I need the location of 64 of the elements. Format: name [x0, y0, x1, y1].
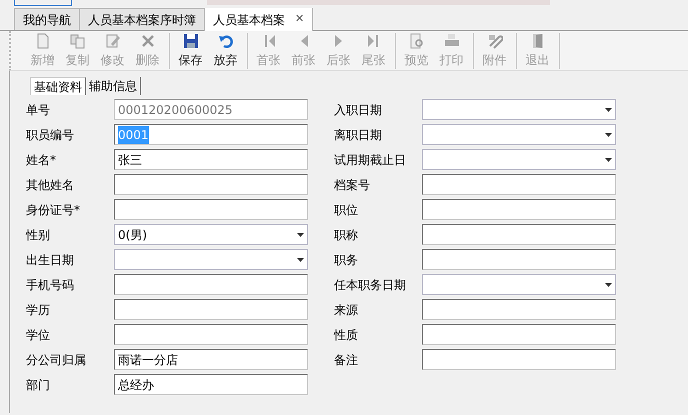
- caret-icon[interactable]: [297, 258, 304, 262]
- caret-icon[interactable]: [605, 158, 612, 162]
- field-label: 离职日期: [334, 126, 383, 144]
- field-label: 职位: [334, 202, 359, 218]
- input-field[interactable]: [114, 274, 308, 295]
- field-label: 分公司归属: [26, 352, 87, 368]
- field-label: 档案号: [334, 176, 371, 194]
- input-field[interactable]: [422, 249, 616, 270]
- dropdown-field[interactable]: [114, 249, 308, 270]
- input-field[interactable]: 张三: [114, 149, 308, 170]
- field-label: 单号: [26, 102, 51, 118]
- input-field[interactable]: [114, 199, 308, 220]
- input-field[interactable]: [422, 174, 616, 195]
- caret-icon[interactable]: [605, 282, 612, 286]
- field-label: 职员编号: [26, 126, 75, 144]
- dropdown-field[interactable]: [422, 274, 616, 295]
- input-field[interactable]: [422, 324, 616, 345]
- caret-icon[interactable]: [297, 232, 304, 236]
- input-field[interactable]: 总经办: [114, 374, 308, 395]
- form-tab[interactable]: 基础资料: [30, 77, 86, 95]
- input-field: 000120200600025: [114, 99, 308, 120]
- close-icon[interactable]: ✕: [295, 11, 304, 28]
- input-field[interactable]: 雨诺一分店: [114, 349, 308, 370]
- field-label: 性质: [334, 326, 359, 344]
- caret-icon[interactable]: [605, 108, 612, 112]
- field-label: 其他姓名: [26, 176, 75, 194]
- paperclip-icon: [486, 32, 502, 48]
- field-label: 备注: [334, 352, 359, 368]
- window-tab[interactable]: 人员基本档案 ✕: [204, 7, 314, 31]
- field-label: 学位: [26, 326, 51, 344]
- dropdown-field[interactable]: [422, 99, 616, 120]
- window-tab[interactable]: 我的导航: [14, 8, 80, 30]
- field-label: 职务: [334, 252, 359, 268]
- input-field[interactable]: 0001: [114, 124, 308, 145]
- dropdown-field[interactable]: [422, 124, 616, 145]
- input-field[interactable]: [422, 299, 616, 320]
- field-label: 学历: [26, 302, 51, 318]
- dropdown-field[interactable]: [422, 149, 616, 170]
- field-label: 手机号码: [26, 276, 75, 294]
- input-field[interactable]: [114, 299, 308, 320]
- field-label: 出生日期: [26, 252, 75, 268]
- field-label: 部门: [26, 376, 51, 394]
- input-field[interactable]: [114, 324, 308, 345]
- field-label: 性别: [26, 226, 51, 244]
- field-label: 试用期截止日: [334, 152, 407, 168]
- input-field[interactable]: [422, 224, 616, 245]
- window-tab[interactable]: 人员基本档案序时簿: [79, 8, 205, 30]
- cross-icon: [140, 32, 156, 48]
- field-label: 入职日期: [334, 102, 383, 118]
- form-tab[interactable]: 辅助信息: [86, 77, 141, 95]
- caret-icon[interactable]: [605, 132, 612, 136]
- field-label: 职称: [334, 226, 359, 244]
- input-field[interactable]: [114, 174, 308, 195]
- field-label: 身份证号*: [26, 202, 81, 218]
- input-field[interactable]: [422, 349, 616, 370]
- toolbar-button[interactable]: 放弃: [208, 32, 248, 68]
- field-label: 任本职务日期: [334, 276, 407, 294]
- field-label: 来源: [334, 302, 359, 318]
- partial-button[interactable]: [14, 0, 72, 6]
- input-field[interactable]: [422, 199, 616, 220]
- toolbar-button[interactable]: 保存: [173, 32, 208, 68]
- undo-icon: [218, 32, 234, 48]
- field-label: 姓名*: [26, 152, 57, 168]
- dropdown-field[interactable]: 0(男): [114, 224, 308, 245]
